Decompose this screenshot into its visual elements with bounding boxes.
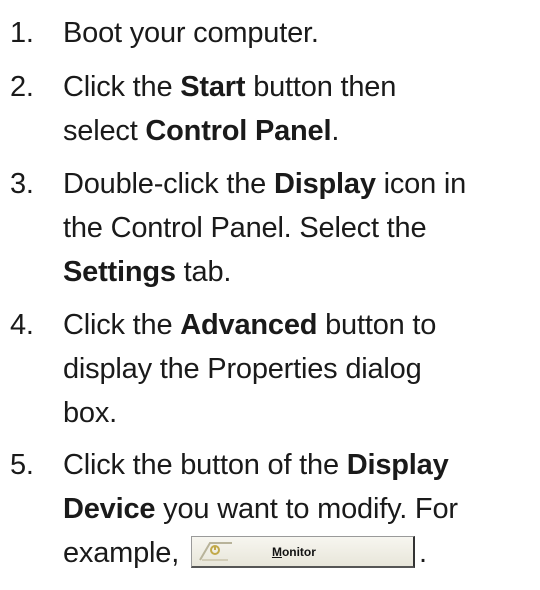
step-number: 2.	[10, 71, 34, 103]
step-text: Boot your computer.	[63, 11, 533, 55]
accelerator-key: M	[271, 545, 282, 559]
monitor-button-label: Monitor	[272, 537, 316, 567]
step-line: select Control Panel.	[63, 109, 533, 153]
text-run: button to	[317, 309, 437, 341]
step-text: Double-click the Display icon in the Con…	[63, 162, 533, 294]
step-number: 4.	[10, 309, 34, 341]
monitor-button-illustration: Monitor	[190, 536, 415, 568]
step-line: box.	[63, 391, 533, 435]
text-run: Click the	[63, 71, 181, 103]
text-run: the Control Panel. Select the	[63, 212, 427, 244]
step-line: Click the Start button then	[63, 65, 533, 109]
text-run: button then	[245, 71, 397, 103]
bold-term: Device	[63, 493, 156, 525]
text-run: display the Properties dialog	[63, 353, 422, 385]
step-line: display the Properties dialog	[63, 347, 533, 391]
step-line: Boot your computer.	[63, 11, 533, 55]
step-line: the Control Panel. Select the	[63, 206, 533, 250]
bold-term: Advanced	[180, 309, 318, 341]
text-run: Click the button of the	[63, 449, 347, 481]
step-text: Click the Start button then select Contr…	[63, 65, 533, 153]
step-number: 1.	[10, 17, 34, 49]
bold-term: Settings	[63, 256, 176, 288]
step-line: example, Monitor.	[63, 531, 533, 575]
bold-term: Display	[346, 449, 449, 481]
step-number: 3.	[10, 168, 34, 200]
text-run: example,	[63, 537, 187, 569]
step-text: Click the button of the Display Device y…	[63, 443, 533, 575]
text-run: Click the	[63, 309, 181, 341]
text-run: select	[63, 115, 146, 147]
text-run: icon in	[375, 168, 467, 200]
bold-term: Start	[180, 71, 246, 103]
step-line: Double-click the Display icon in	[63, 162, 533, 206]
text-run: tab.	[175, 256, 232, 288]
step-line: Device you want to modify. For	[63, 487, 533, 531]
monitor-label-text: onitor	[281, 545, 316, 559]
text-run: box.	[63, 397, 118, 429]
bold-term: Display	[273, 168, 376, 200]
step-line: Settings tab.	[63, 250, 533, 294]
text-run: you want to modify. For	[155, 493, 458, 525]
text-run: Boot your computer.	[63, 17, 319, 49]
text-run: Double-click the	[63, 168, 274, 200]
bold-term: Control Panel	[145, 115, 332, 147]
step-text: Click the Advanced button to display the…	[63, 303, 533, 435]
step-line: Click the Advanced button to	[63, 303, 533, 347]
monitor-tab-icon	[199, 542, 232, 561]
text-run: .	[418, 537, 427, 569]
step-line: Click the button of the Display	[63, 443, 533, 487]
step-number: 5.	[10, 449, 34, 481]
text-run: .	[331, 115, 340, 147]
